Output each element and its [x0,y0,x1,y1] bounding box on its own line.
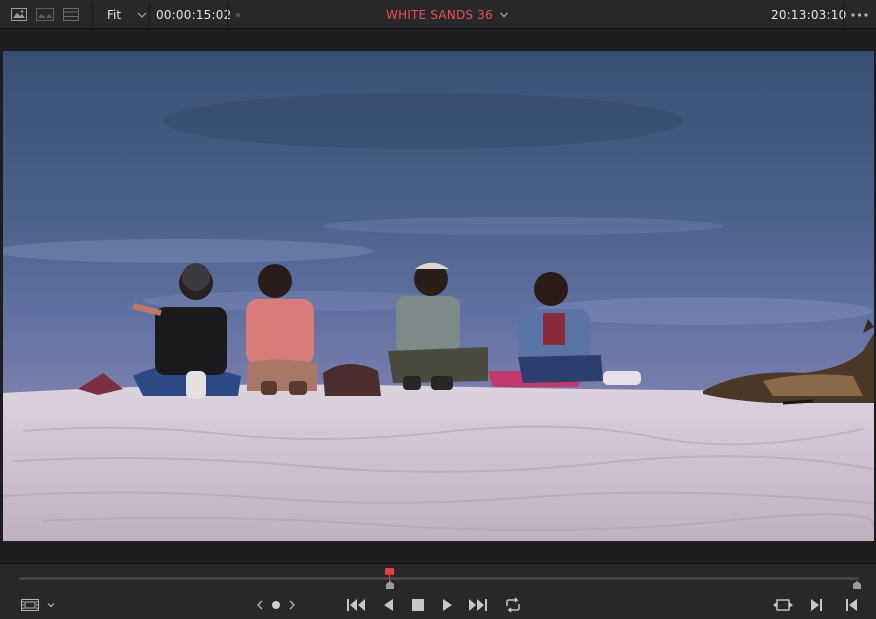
out-point-marker[interactable] [853,581,861,589]
single-viewer-icon[interactable] [9,6,29,24]
jump-to-end-button[interactable] [465,594,489,616]
jog-wheel-icon [257,600,295,610]
scrub-bar[interactable] [19,577,859,580]
jump-to-start-button[interactable] [345,594,369,616]
play-icon [442,599,452,611]
jump-to-start-icon [347,599,365,611]
jog-control[interactable] [256,594,296,616]
video-frame-image [3,51,874,541]
chevron-down-icon [47,603,54,608]
layout-icons [9,0,87,29]
zoom-label: Fit [107,7,122,22]
filmstrip-icon [20,599,39,611]
status-dot [236,12,240,17]
options-menu-button[interactable] [850,0,870,29]
video-frame[interactable] [3,51,874,541]
viewer-toolbar: Fit 00:00:15:02 WHITE SANDS 36 20:13:03:… [0,0,876,29]
in-point-marker[interactable] [386,581,394,589]
jump-to-end-icon [469,599,487,611]
chevron-down-icon [137,12,147,18]
match-frame-button[interactable] [771,594,795,616]
stop-icon [412,599,424,611]
cinema-viewer-icon[interactable] [61,6,81,24]
record-timecode[interactable]: 20:13:03:10 [771,8,846,22]
next-clip-icon [811,599,822,611]
stop-button[interactable] [408,594,428,616]
loop-icon [506,597,520,613]
chevron-down-icon [499,12,508,17]
source-timecode[interactable]: 00:00:15:02 [156,8,231,22]
dual-viewer-icon[interactable] [35,6,55,24]
next-clip-button[interactable] [807,594,827,616]
previous-clip-button[interactable] [841,594,861,616]
transport-bar [0,563,876,619]
play-button[interactable] [437,594,457,616]
clip-name: WHITE SANDS 36 [386,7,493,22]
loop-button[interactable] [501,594,525,616]
viewer-mode-dropdown[interactable] [18,594,58,616]
play-reverse-icon [383,599,393,611]
zoom-dropdown[interactable]: Fit [107,0,149,29]
play-reverse-button[interactable] [378,594,398,616]
match-frame-icon [773,599,793,611]
more-options-icon [851,12,868,17]
previous-clip-icon [846,599,857,611]
clip-name-dropdown[interactable]: WHITE SANDS 36 [386,0,510,29]
